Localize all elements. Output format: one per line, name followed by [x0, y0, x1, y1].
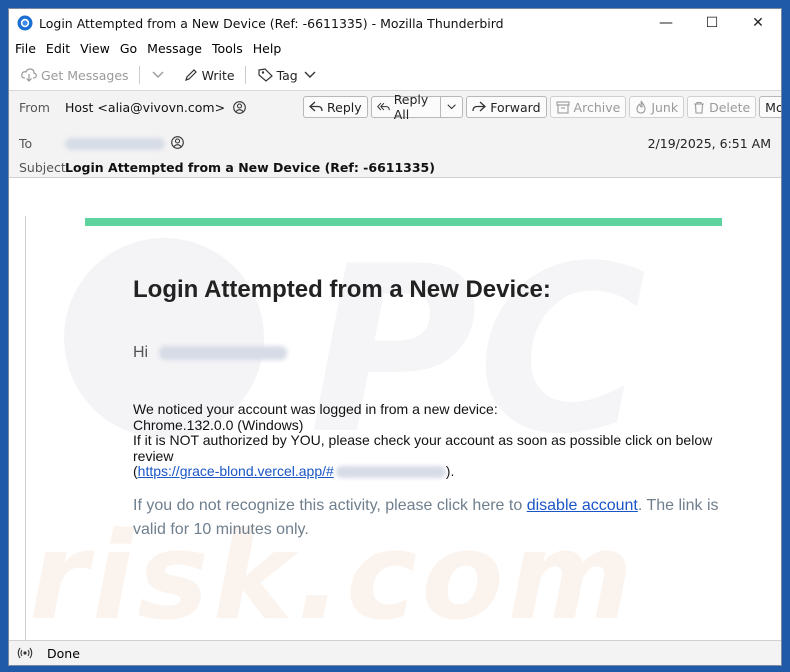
forward-icon	[472, 101, 487, 112]
activity-icon	[17, 647, 33, 659]
menu-edit[interactable]: Edit	[46, 41, 70, 56]
forward-label: Forward	[490, 99, 541, 115]
cloud-download-icon	[21, 68, 37, 82]
tag-icon	[257, 68, 273, 82]
greeting-word: Hi	[133, 344, 149, 361]
to-value[interactable]	[65, 135, 184, 150]
to-label: To	[19, 136, 33, 151]
menu-tools[interactable]: Tools	[212, 41, 243, 56]
notice-line-4: (https://grace-blond.vercel.app/#).	[133, 463, 733, 480]
redacted-name	[158, 345, 287, 360]
toolbar-separator	[244, 66, 246, 84]
archive-button[interactable]: Archive	[549, 96, 627, 118]
tag-button[interactable]: Tag	[254, 65, 324, 86]
chevron-down-icon	[152, 71, 164, 78]
thunderbird-icon	[17, 15, 33, 31]
archive-label: Archive	[573, 99, 621, 115]
close-button[interactable]: ✕	[735, 9, 781, 37]
reply-label: Reply	[327, 99, 362, 115]
review-link[interactable]: https://grace-blond.vercel.app/#	[138, 463, 446, 479]
junk-label: Junk	[651, 99, 679, 115]
subject-label: Subject	[19, 160, 66, 175]
flame-icon	[636, 100, 646, 114]
reply-all-icon	[376, 102, 390, 111]
link-close-paren: ).	[445, 463, 455, 479]
maximize-button[interactable]: ☐	[689, 9, 735, 37]
reply-icon	[309, 101, 323, 112]
notice-line-1: We noticed your account was logged in fr…	[133, 401, 498, 417]
menu-go[interactable]: Go	[120, 41, 137, 56]
redacted-recipient	[65, 137, 165, 150]
status-text: Done	[47, 645, 80, 661]
email-heading: Login Attempted from a New Device:	[133, 276, 551, 303]
reply-button[interactable]: Reply	[303, 96, 368, 118]
review-link-text: https://grace-blond.vercel.app/#	[137, 463, 334, 479]
reply-all-button[interactable]: Reply All	[370, 92, 464, 122]
delete-button[interactable]: Delete	[687, 96, 757, 118]
pencil-icon	[184, 69, 197, 81]
reply-all-label: Reply All	[393, 92, 429, 122]
title-bar: Login Attempted from a New Device (Ref: …	[9, 9, 781, 37]
from-label: From	[19, 100, 50, 115]
toolbar-separator	[138, 66, 140, 84]
notice-line-3: If it is NOT authorized by YOU, please c…	[133, 432, 713, 464]
menu-help[interactable]: Help	[253, 41, 282, 56]
split-divider	[440, 97, 442, 117]
subject-value: Login Attempted from a New Device (Ref: …	[65, 160, 435, 175]
message-action-buttons: Reply Reply All Forward Archive Junk Del…	[303, 92, 782, 122]
chevron-down-icon	[304, 71, 316, 78]
menu-bar: File Edit View Go Message Tools Help	[9, 37, 781, 59]
contact-icon[interactable]	[171, 136, 184, 149]
minimize-button[interactable]: —	[643, 9, 689, 37]
window-title: Login Attempted from a New Device (Ref: …	[39, 15, 504, 31]
status-bar: Done	[9, 640, 781, 665]
write-label: Write	[201, 67, 235, 83]
chevron-down-icon[interactable]	[447, 103, 456, 111]
greeting: Hi	[133, 344, 287, 362]
more-label: More	[765, 99, 782, 115]
archive-icon	[555, 100, 570, 114]
disable-account-paragraph: If you do not recognize this activity, p…	[133, 494, 733, 542]
junk-button[interactable]: Junk	[629, 96, 685, 118]
message-header: From Host <alia@vivovn.com> Reply Reply …	[9, 91, 781, 178]
get-messages-label: Get Messages	[41, 67, 129, 83]
tag-label: Tag	[276, 67, 298, 83]
accent-bar	[85, 218, 722, 226]
message-date: 2/19/2025, 6:51 AM	[647, 136, 771, 151]
redacted-link-fragment	[335, 466, 446, 479]
trash-icon	[694, 101, 705, 114]
more-button[interactable]: More	[759, 96, 782, 118]
delete-label: Delete	[709, 99, 751, 115]
get-messages-dropdown[interactable]	[148, 68, 172, 82]
forward-button[interactable]: Forward	[466, 96, 547, 118]
menu-message[interactable]: Message	[147, 41, 202, 56]
contact-icon[interactable]	[233, 101, 246, 114]
menu-view[interactable]: View	[80, 41, 110, 56]
message-body: PC risk.com Login Attempted from a New D…	[9, 178, 781, 642]
menu-file[interactable]: File	[15, 41, 36, 56]
write-button[interactable]: Write	[180, 65, 239, 86]
quote-border	[25, 216, 26, 642]
main-toolbar: Get Messages Write Tag	[9, 60, 781, 91]
notice-line-2: Chrome.132.0.0 (Windows)	[133, 416, 304, 433]
para-prefix: If you do not recognize this activity, p…	[133, 497, 527, 514]
from-address: Host <alia@vivovn.com>	[65, 100, 226, 115]
from-value[interactable]: Host <alia@vivovn.com>	[65, 100, 246, 115]
get-messages-button[interactable]: Get Messages	[17, 65, 133, 86]
notice-text: We noticed your account was logged in fr…	[133, 401, 733, 480]
thunderbird-window: Login Attempted from a New Device (Ref: …	[8, 8, 782, 666]
disable-account-link[interactable]: disable account	[527, 497, 638, 514]
